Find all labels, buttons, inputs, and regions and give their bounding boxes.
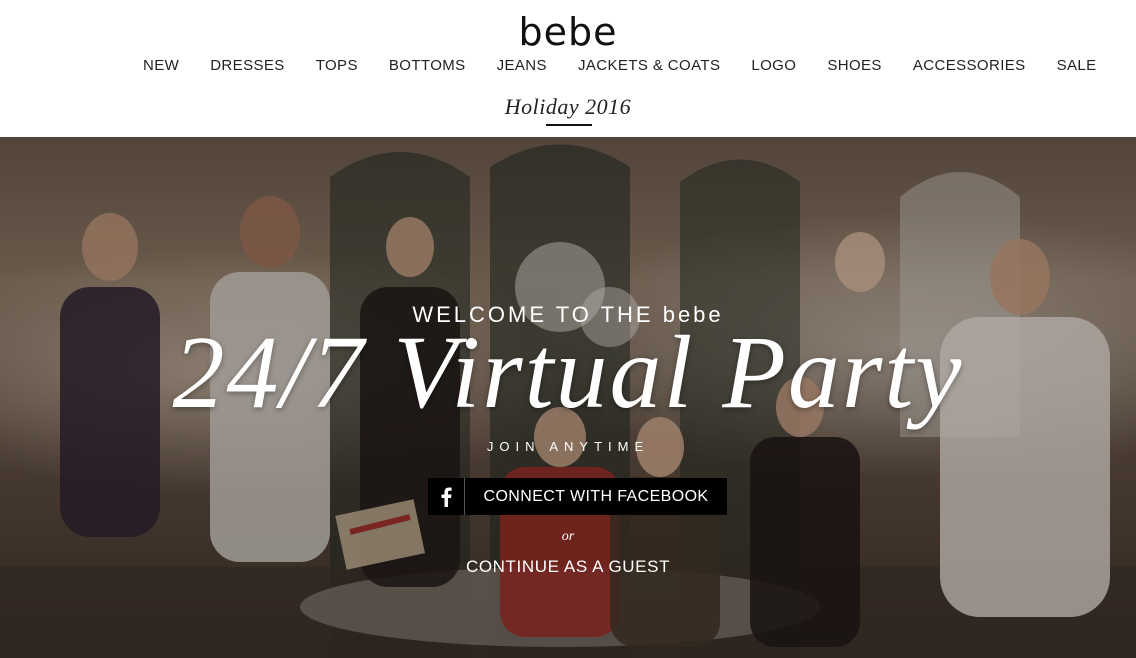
nav-item-logo[interactable]: LOGO <box>751 55 796 77</box>
connect-facebook-button[interactable]: CONNECT WITH FACEBOOK <box>428 478 727 515</box>
join-anytime-text: JOIN ANYTIME <box>486 439 650 454</box>
hero-banner: WELCOME TO THE bebe 24/7 Virtual Party J… <box>0 137 1136 658</box>
facebook-button-label: CONNECT WITH FACEBOOK <box>483 487 709 505</box>
main-nav: NEW DRESSES TOPS BOTTOMS JEANS JACKETS &… <box>143 55 1097 77</box>
facebook-icon <box>428 478 465 515</box>
nav-item-bottoms[interactable]: BOTTOMS <box>389 55 466 77</box>
nav-item-new[interactable]: NEW <box>143 55 179 77</box>
nav-item-jeans[interactable]: JEANS <box>497 55 547 77</box>
brand-logo[interactable]: bebe <box>0 6 1136 58</box>
continue-as-guest-link[interactable]: CONTINUE AS A GUEST <box>0 557 1136 577</box>
nav-item-sale[interactable]: SALE <box>1057 55 1097 77</box>
nav-item-accessories[interactable]: ACCESSORIES <box>913 55 1026 77</box>
page-title: Holiday 2016 <box>504 94 632 119</box>
nav-item-shoes[interactable]: SHOES <box>827 55 882 77</box>
site-header: bebe NEW DRESSES TOPS BOTTOMS JEANS JACK… <box>0 0 1136 137</box>
nav-item-tops[interactable]: TOPS <box>316 55 358 77</box>
nav-item-jackets-coats[interactable]: JACKETS & COATS <box>578 55 720 77</box>
or-separator: or <box>561 529 575 544</box>
hero-headline: 24/7 Virtual Party <box>172 315 964 430</box>
nav-item-dresses[interactable]: DRESSES <box>210 55 285 77</box>
title-underline <box>546 124 592 126</box>
